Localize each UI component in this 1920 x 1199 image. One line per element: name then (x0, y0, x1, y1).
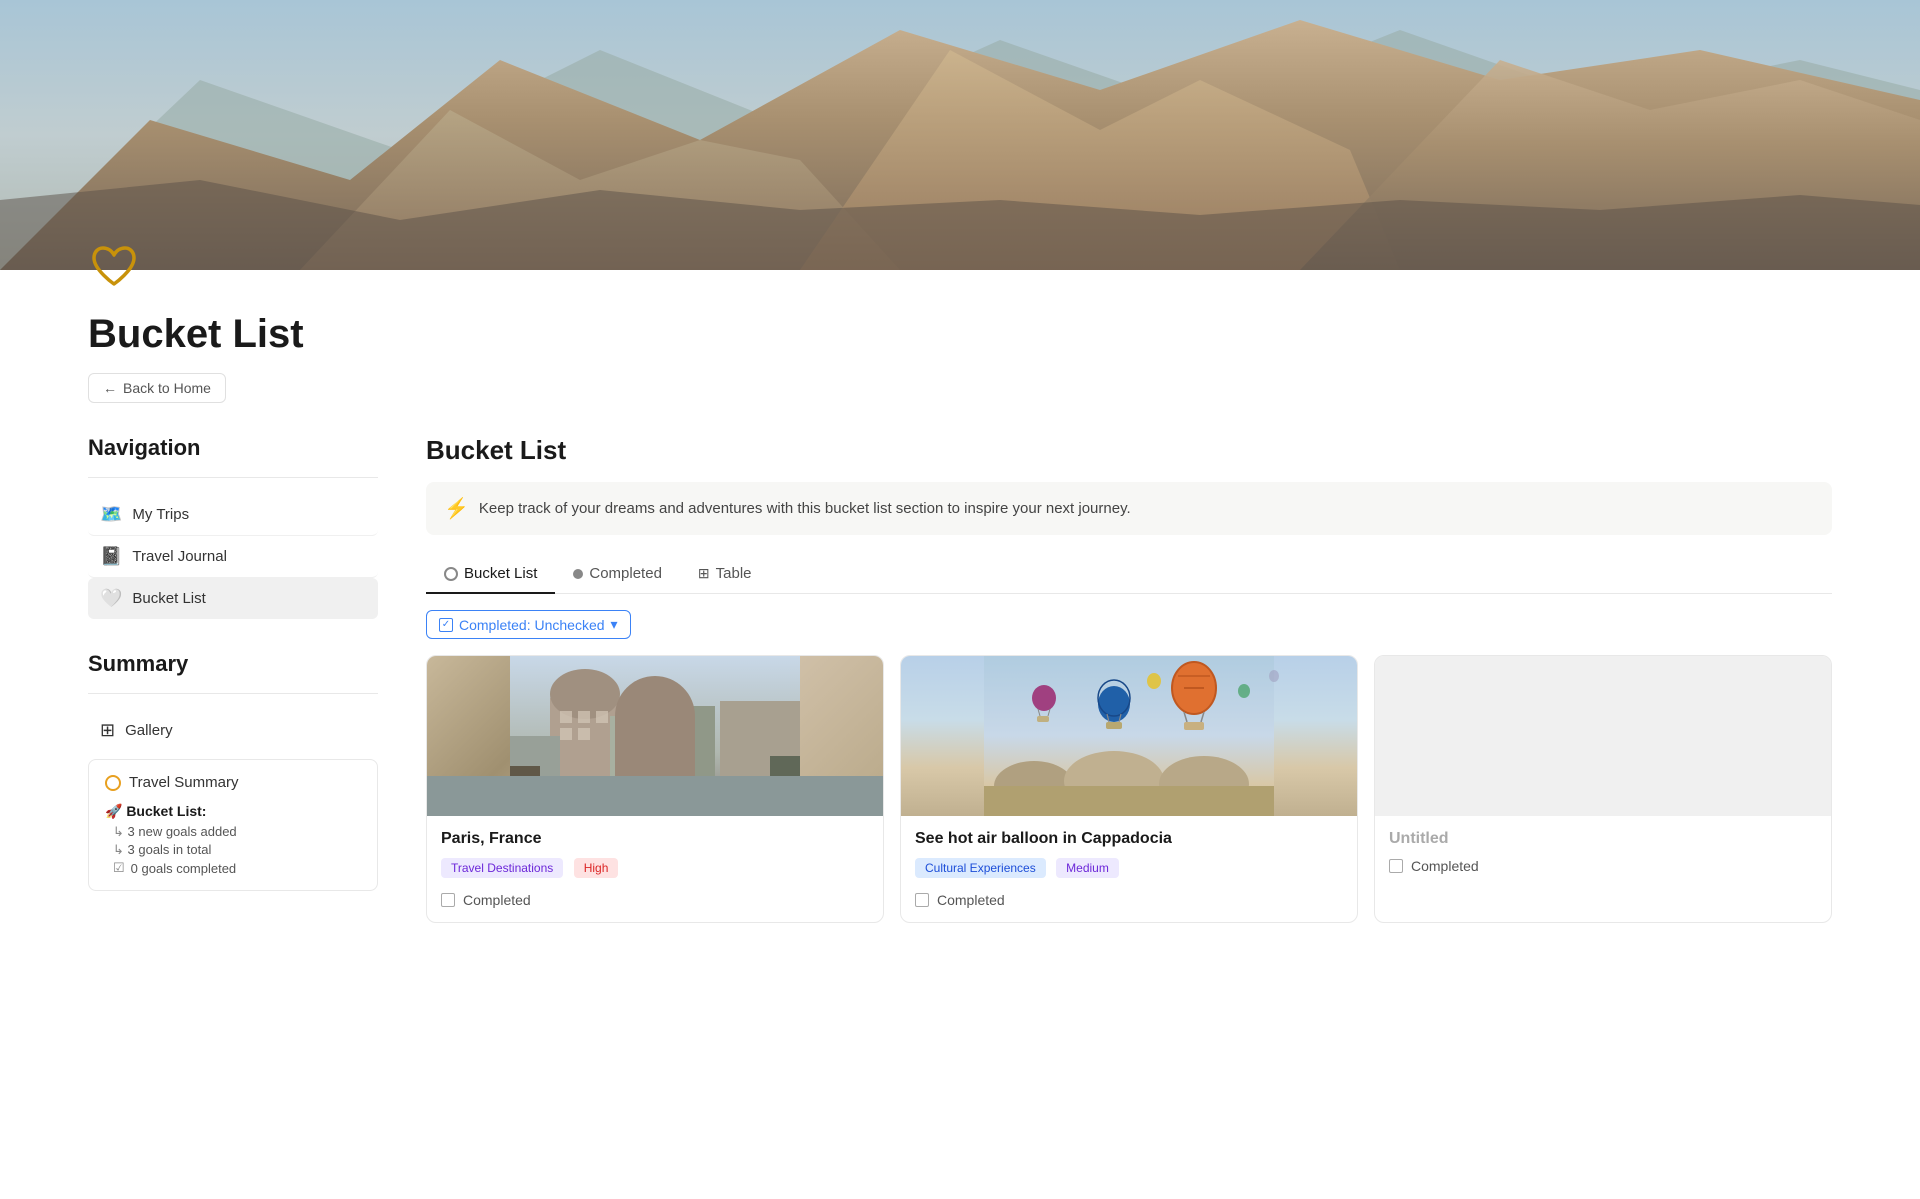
info-text: Keep track of your dreams and adventures… (479, 500, 1131, 517)
card-paris-tags: Travel Destinations High (441, 858, 869, 884)
card-paris[interactable]: Paris, France Travel Destinations High C… (426, 655, 884, 923)
tab-bucket-list[interactable]: Bucket List (426, 555, 555, 594)
bucket-list-summary-label: 🚀 Bucket List: (105, 803, 361, 820)
filter-label: Completed: Unchecked (459, 617, 605, 633)
tag-cultural-experiences: Cultural Experiences (915, 858, 1046, 878)
journal-label: Travel Journal (132, 548, 226, 565)
page-title: Bucket List (88, 312, 1832, 357)
gallery-label: Gallery (125, 722, 173, 739)
tag-travel-destinations: Travel Destinations (441, 858, 563, 878)
summary-title: Summary (88, 651, 378, 677)
card-cappadocia-tags: Cultural Experiences Medium (915, 858, 1343, 884)
filter-chevron-icon: ▾ (611, 616, 618, 633)
hero-banner (0, 0, 1920, 270)
bucket-list-summary: 🚀 Bucket List: 3 new goals added 3 goals… (105, 803, 361, 876)
back-arrow-icon: ← (103, 380, 117, 396)
trips-icon: 🗺️ (100, 504, 122, 525)
paris-checkbox-input[interactable] (441, 893, 455, 907)
tabs-bar: Bucket List Completed ⊞ Table (426, 555, 1832, 594)
card-untitled[interactable]: Untitled Completed (1374, 655, 1832, 923)
nav-list: 🗺️ My Trips 📓 Travel Journal 🤍 Bucket Li… (88, 494, 378, 619)
tag-high: High (574, 858, 619, 878)
main-layout: Navigation 🗺️ My Trips 📓 Travel Journal … (0, 435, 1920, 923)
card-untitled-body: Untitled Completed (1375, 816, 1831, 888)
card-cappadocia-checkbox[interactable]: Completed (915, 892, 1343, 908)
circle-icon (105, 775, 121, 791)
trips-label: My Trips (132, 506, 189, 523)
card-cappadocia-title: See hot air balloon in Cappadocia (915, 830, 1343, 848)
content-area: Bucket List ⚡ Keep track of your dreams … (426, 435, 1832, 923)
sidebar-item-travel-journal[interactable]: 📓 Travel Journal (88, 536, 378, 578)
gallery-icon: ⊞ (100, 720, 115, 741)
card-untitled-image (1375, 656, 1831, 816)
cards-grid: Paris, France Travel Destinations High C… (426, 655, 1832, 923)
tab-completed-icon (573, 569, 583, 579)
tab-completed[interactable]: Completed (555, 555, 680, 594)
lightning-icon: ⚡ (444, 496, 469, 521)
stat-new-goals: 3 new goals added (105, 824, 361, 840)
card-paris-body: Paris, France Travel Destinations High C… (427, 816, 883, 922)
card-paris-image (427, 656, 883, 816)
journal-icon: 📓 (100, 546, 122, 567)
tab-table[interactable]: ⊞ Table (680, 555, 770, 594)
page-icon (88, 240, 148, 304)
untitled-checkbox-input[interactable] (1389, 859, 1403, 873)
card-paris-checkbox[interactable]: Completed (441, 892, 869, 908)
card-cappadocia-body: See hot air balloon in Cappadocia Cultur… (901, 816, 1357, 922)
summary-divider (88, 693, 378, 694)
bucket-list-nav-label: Bucket List (132, 590, 205, 607)
summary-list: ⊞ Gallery (88, 710, 378, 751)
content-title: Bucket List (426, 435, 1832, 466)
card-cappadocia-image (901, 656, 1357, 816)
sidebar-item-my-trips[interactable]: 🗺️ My Trips (88, 494, 378, 536)
sidebar: Navigation 🗺️ My Trips 📓 Travel Journal … (88, 435, 378, 923)
stat-total-goals: 3 goals in total (105, 842, 361, 858)
tab-bucket-list-icon (444, 567, 458, 581)
filter-completed-button[interactable]: ✓ Completed: Unchecked ▾ (426, 610, 631, 639)
travel-summary-title: Travel Summary (105, 774, 361, 791)
sidebar-item-bucket-list[interactable]: 🤍 Bucket List (88, 578, 378, 619)
stat-completed-goals: 0 goals completed (105, 860, 361, 876)
tag-medium: Medium (1056, 858, 1119, 878)
sidebar-item-gallery[interactable]: ⊞ Gallery (88, 710, 378, 751)
nav-divider (88, 477, 378, 478)
travel-summary-box: Travel Summary 🚀 Bucket List: 3 new goal… (88, 759, 378, 891)
filter-checkbox-icon: ✓ (439, 618, 453, 632)
navigation-title: Navigation (88, 435, 378, 461)
cappadocia-checkbox-input[interactable] (915, 893, 929, 907)
back-to-home-button[interactable]: ← Back to Home (88, 373, 226, 403)
page-title-area: Bucket List ← Back to Home (0, 304, 1920, 435)
card-untitled-title: Untitled (1389, 830, 1817, 848)
info-banner: ⚡ Keep track of your dreams and adventur… (426, 482, 1832, 535)
card-cappadocia[interactable]: See hot air balloon in Cappadocia Cultur… (900, 655, 1358, 923)
filter-row: ✓ Completed: Unchecked ▾ (426, 610, 1832, 639)
tab-table-icon: ⊞ (698, 565, 710, 582)
card-paris-title: Paris, France (441, 830, 869, 848)
bucket-list-nav-icon: 🤍 (100, 588, 122, 609)
card-untitled-checkbox[interactable]: Completed (1389, 858, 1817, 874)
